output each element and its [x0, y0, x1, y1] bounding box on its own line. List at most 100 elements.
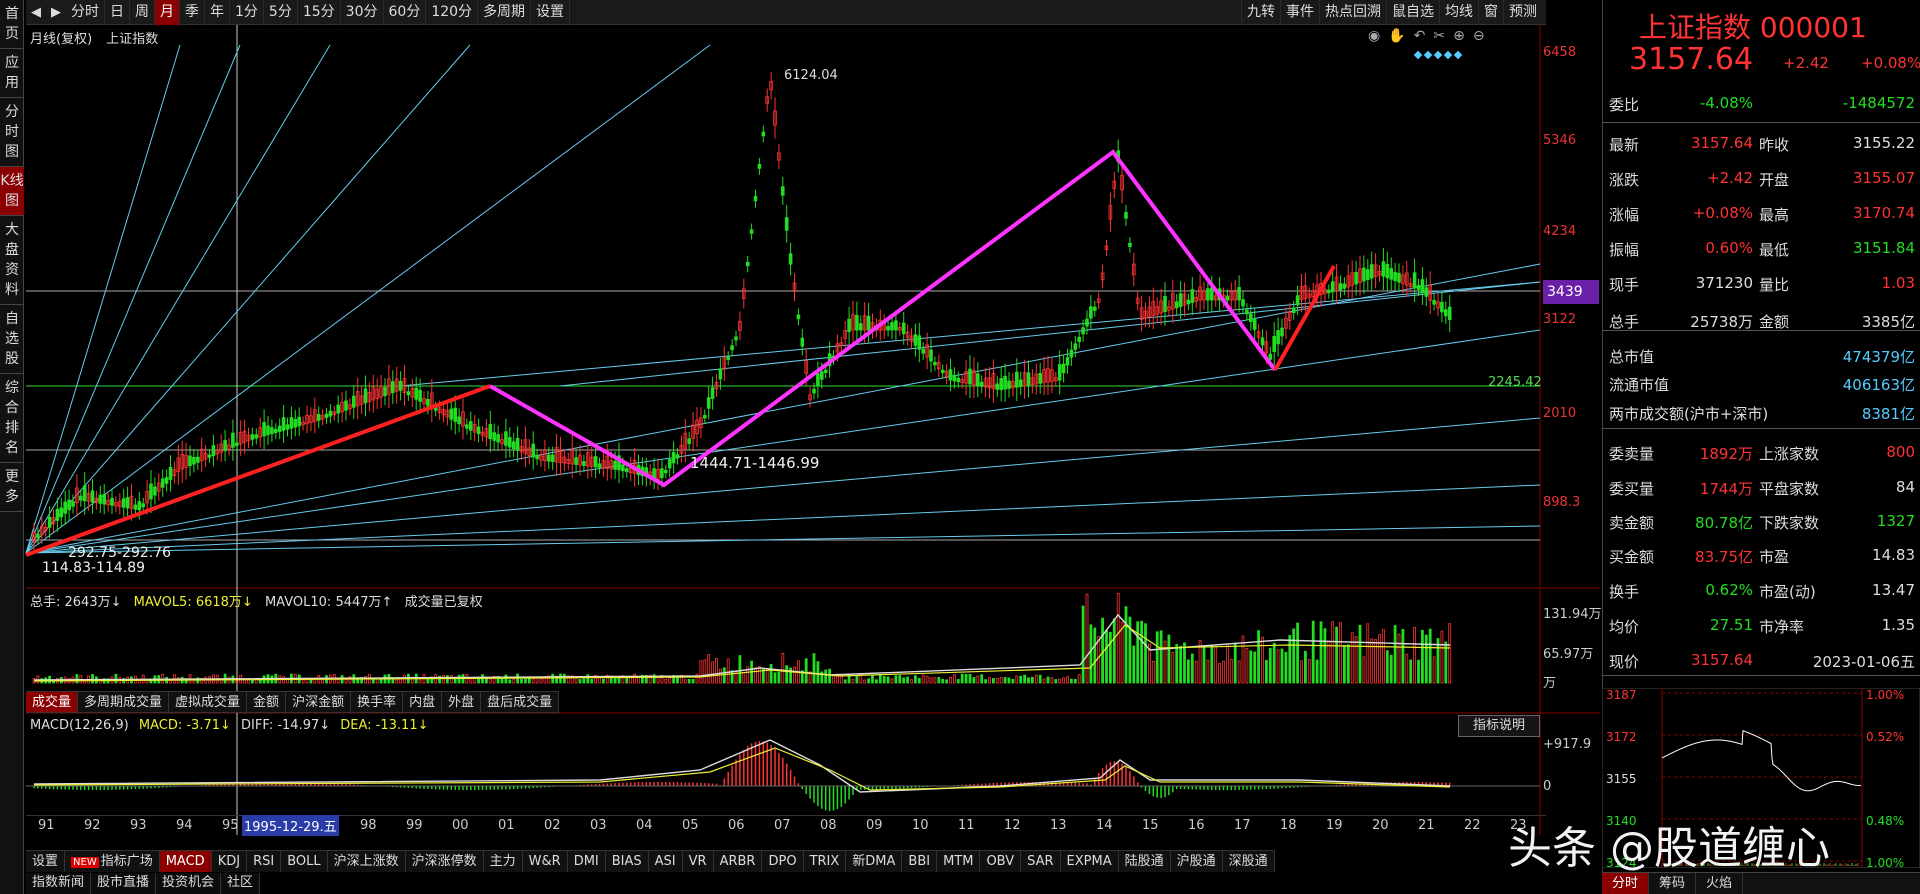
- indicator-tab-1[interactable]: NEW 指标广场: [65, 851, 160, 872]
- bottom-tab-0[interactable]: 指数新闻: [26, 873, 92, 894]
- volume-bar: [999, 677, 1003, 684]
- candle-body: [1026, 372, 1031, 386]
- volume-bar: [949, 677, 952, 684]
- indicator-tab-22[interactable]: EXPMA: [1061, 851, 1119, 872]
- diamond-marker: [1433, 50, 1443, 60]
- volume-tab-8[interactable]: 盘后成交量: [481, 692, 560, 712]
- candle-body: [188, 455, 192, 467]
- indicator-tab-7[interactable]: 沪深涨停数: [406, 851, 484, 872]
- quote-row: 涨幅 +0.08% 最高 3170.74: [1609, 198, 1915, 228]
- candle-body: [933, 361, 937, 366]
- volume-bar: [1354, 636, 1358, 684]
- indicator-tab-23[interactable]: 陆股通: [1119, 851, 1171, 872]
- volume-bar: [633, 673, 636, 684]
- bottom-tab-3[interactable]: 社区: [221, 873, 261, 894]
- candle-body: [1381, 261, 1386, 277]
- volume-bar: [988, 677, 991, 684]
- volume-bar: [742, 672, 746, 684]
- volume-tab-7[interactable]: 外盘: [442, 692, 482, 712]
- indicator-tab-19[interactable]: MTM: [937, 851, 981, 872]
- mini-tab-2[interactable]: 火焰: [1696, 873, 1744, 894]
- indicator-tab-4[interactable]: RSI: [247, 851, 282, 872]
- volume-bar: [898, 675, 902, 684]
- indicator-tab-15[interactable]: DPO: [762, 851, 804, 872]
- indicator-tab-24[interactable]: 沪股通: [1171, 851, 1223, 872]
- volume-bar: [1401, 629, 1405, 684]
- quote-label: 总市值: [1609, 348, 1655, 366]
- volume-tab-5[interactable]: 换手率: [351, 692, 404, 712]
- mini-tab-1[interactable]: 筹码: [1649, 873, 1697, 894]
- candle-body: [1291, 307, 1296, 314]
- volume-bar: [1093, 627, 1097, 684]
- volume-bar: [828, 668, 831, 684]
- volume-tab-6[interactable]: 内盘: [403, 692, 443, 712]
- volume-bar: [683, 679, 687, 684]
- candle-body: [917, 335, 922, 350]
- indicator-tab-11[interactable]: BIAS: [606, 851, 649, 872]
- candle-body: [1077, 336, 1082, 342]
- indicator-tab-17[interactable]: 新DMA: [846, 851, 903, 872]
- quote-value: -4.08%: [1699, 94, 1753, 112]
- candle-body: [1163, 295, 1167, 313]
- candle-body: [1252, 318, 1257, 330]
- candle-body: [1085, 318, 1089, 327]
- indicator-tab-20[interactable]: OBV: [980, 851, 1022, 872]
- mini-tab-0[interactable]: 分时: [1602, 873, 1650, 894]
- indicator-tab-9[interactable]: W&R: [523, 851, 568, 872]
- volume-bar: [1362, 656, 1366, 684]
- macd-name: MACD(12,26,9): [30, 718, 129, 733]
- candle-body: [125, 497, 130, 509]
- quote-value-2: 2023-01-06五: [1812, 653, 1915, 671]
- indicator-tab-14[interactable]: ARBR: [714, 851, 763, 872]
- candle-body: [351, 395, 356, 408]
- volume-bar: [995, 678, 999, 684]
- indicator-tab-8[interactable]: 主力: [484, 851, 523, 872]
- volume-bar: [1003, 677, 1007, 684]
- volume-tab-0[interactable]: 成交量: [26, 692, 79, 712]
- candle-body: [913, 334, 918, 346]
- volume-bar: [1023, 674, 1026, 684]
- candle-body: [453, 407, 457, 422]
- candle-body: [718, 368, 723, 380]
- volume-bar: [964, 674, 968, 684]
- bottom-tab-2[interactable]: 投资机会: [156, 873, 222, 894]
- price-axis-label-5: 2245.42: [1488, 375, 1542, 390]
- x-axis-label-1: 92: [84, 818, 101, 833]
- candle-body: [98, 494, 103, 504]
- volume-bar: [301, 679, 305, 684]
- bottom-tab-1[interactable]: 股市直播: [91, 873, 157, 894]
- indicator-tab-16[interactable]: TRIX: [804, 851, 847, 872]
- candle-body: [886, 325, 890, 331]
- volume-bar: [894, 675, 898, 684]
- volume-tab-3[interactable]: 金额: [247, 692, 287, 712]
- indicator-tab-5[interactable]: BOLL: [281, 851, 328, 872]
- indicator-tab-0[interactable]: 设置: [26, 851, 66, 872]
- volume-bar: [1249, 650, 1253, 684]
- candle-body: [1338, 283, 1343, 291]
- indicator-tab-2[interactable]: MACD: [159, 851, 212, 872]
- indicator-tab-3[interactable]: KDJ: [212, 851, 248, 872]
- volume-tab-4[interactable]: 沪深金额: [286, 692, 352, 712]
- candle-body: [1280, 327, 1284, 337]
- volume-bar: [1222, 660, 1225, 684]
- macd-axis-zero: 0: [1543, 779, 1552, 794]
- indicator-explain-button[interactable]: 指标说明: [1458, 715, 1540, 737]
- indicator-tab-6[interactable]: 沪深上涨数: [328, 851, 406, 872]
- volume-tab-2[interactable]: 虚拟成交量: [169, 692, 248, 712]
- volume-bar: [582, 678, 586, 684]
- volume-bar: [1027, 677, 1030, 684]
- indicator-tab-18[interactable]: BBI: [902, 851, 938, 872]
- indicator-tab-21[interactable]: SAR: [1021, 851, 1061, 872]
- volume-bar: [504, 674, 508, 684]
- indicator-tab-13[interactable]: VR: [683, 851, 714, 872]
- candle-body: [1089, 306, 1093, 319]
- volume-bar: [1073, 678, 1077, 684]
- indicator-tab-10[interactable]: DMI: [568, 851, 606, 872]
- volume-bar: [1331, 621, 1335, 684]
- volume-bar: [843, 679, 847, 684]
- indicator-tab-12[interactable]: ASI: [649, 851, 683, 872]
- volume-tab-1[interactable]: 多周期成交量: [78, 692, 170, 712]
- volume-bar: [1237, 660, 1241, 684]
- candle-body: [956, 377, 961, 383]
- indicator-tab-25[interactable]: 深股通: [1223, 851, 1275, 872]
